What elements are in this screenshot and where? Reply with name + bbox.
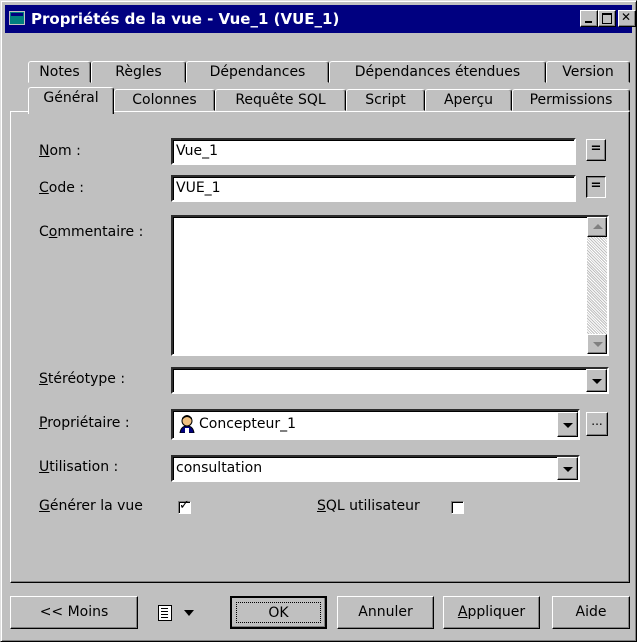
properties-dialog: Propriétés de la vue - Vue_1 (VUE_1) Not… xyxy=(0,0,637,642)
tab-notes[interactable]: Notes xyxy=(28,61,91,83)
focus-ring xyxy=(236,602,321,623)
nom-field[interactable]: Vue_1 xyxy=(171,138,576,165)
nom-equals-button[interactable]: = xyxy=(586,139,606,161)
sql-utilisateur-checkbox[interactable] xyxy=(451,501,464,514)
tab-colonnes[interactable]: Colonnes xyxy=(114,89,215,111)
code-equals-button[interactable]: = xyxy=(586,176,606,198)
window-icon xyxy=(9,11,25,25)
utilisation-combobox[interactable]: consultation xyxy=(171,455,580,482)
appliquer-button[interactable]: Appliquer xyxy=(443,596,540,629)
tab-requete-sql[interactable]: Requête SQL xyxy=(215,89,346,111)
commentaire-label: Commentaire : xyxy=(39,224,144,240)
tab-apercu[interactable]: Aperçu xyxy=(425,89,512,111)
check-icon: ✓ xyxy=(179,498,190,513)
proprietaire-dropdown-arrow[interactable] xyxy=(557,412,578,437)
menu-button[interactable] xyxy=(152,596,200,629)
annuler-button[interactable]: Annuler xyxy=(337,596,434,629)
tab-regles[interactable]: Règles xyxy=(91,61,186,83)
aide-button[interactable]: Aide xyxy=(552,596,630,629)
utilisation-label: Utilisation : xyxy=(39,459,119,475)
chevron-down-icon xyxy=(184,610,194,616)
code-label: Code : xyxy=(39,180,85,196)
stereotype-dropdown-arrow[interactable] xyxy=(586,369,607,392)
list-menu-icon xyxy=(158,605,172,621)
nom-label: Nom : xyxy=(39,143,81,159)
generer-checkbox[interactable]: ✓ xyxy=(178,498,191,514)
window-title: Propriétés de la vue - Vue_1 (VUE_1) xyxy=(31,10,340,28)
tab-general[interactable]: Général xyxy=(28,87,114,114)
commentaire-textarea[interactable] xyxy=(171,215,609,356)
stereotype-combobox[interactable] xyxy=(171,367,609,394)
utilisation-dropdown-arrow[interactable] xyxy=(557,457,578,480)
stereotype-label: Stéréotype : xyxy=(39,371,126,387)
sql-utilisateur-label: SQL utilisateur xyxy=(317,498,420,514)
close-button[interactable] xyxy=(618,10,636,27)
ok-button[interactable]: OK xyxy=(230,596,327,629)
proprietaire-label: Propriétaire : xyxy=(39,415,130,431)
tab-permissions[interactable]: Permissions xyxy=(512,89,630,111)
scroll-up-icon[interactable] xyxy=(587,217,607,237)
proprietaire-value: Concepteur_1 xyxy=(199,416,297,432)
moins-button[interactable]: << Moins xyxy=(10,596,138,629)
tab-version[interactable]: Version xyxy=(546,61,630,83)
scroll-down-icon[interactable] xyxy=(587,334,607,354)
generer-label: Générer la vue xyxy=(39,498,143,514)
code-field[interactable]: VUE_1 xyxy=(171,175,576,202)
title-bar[interactable]: Propriétés de la vue - Vue_1 (VUE_1) xyxy=(5,5,636,33)
user-icon xyxy=(179,415,195,434)
proprietaire-browse-button[interactable]: ... xyxy=(586,412,608,436)
proprietaire-combobox[interactable]: Concepteur_1 xyxy=(171,409,580,440)
tab-dependances-etendues[interactable]: Dépendances étendues xyxy=(329,61,546,83)
maximize-button[interactable] xyxy=(598,10,616,27)
minimize-button[interactable] xyxy=(580,10,598,27)
tab-dependances[interactable]: Dépendances xyxy=(186,61,329,83)
tab-script[interactable]: Script xyxy=(346,89,425,111)
